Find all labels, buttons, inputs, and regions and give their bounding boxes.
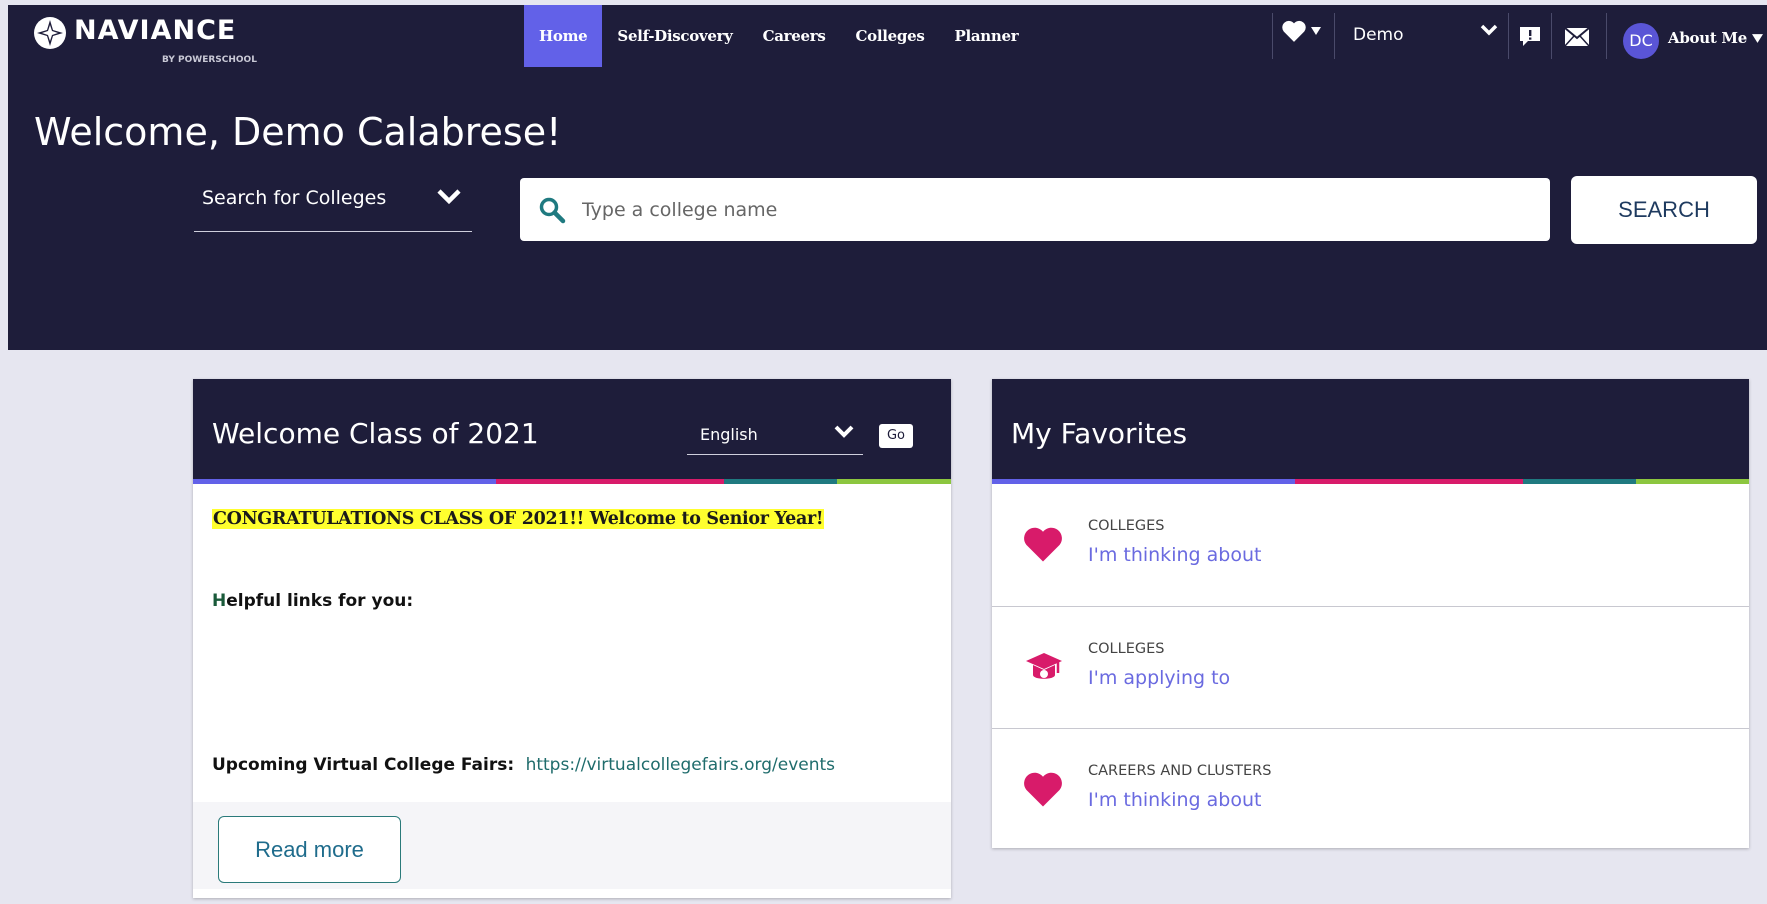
header-hero: NAVIANCE BY POWERSCHOOL Home Self-Discov… — [8, 5, 1767, 350]
divider — [1334, 13, 1335, 59]
account-select-value: Demo — [1353, 25, 1404, 45]
search-icon — [539, 197, 566, 224]
account-select[interactable]: Demo — [1353, 24, 1498, 45]
chevron-down-icon — [1480, 24, 1498, 36]
favorite-category: COLLEGES — [1088, 518, 1165, 534]
brand-name: NAVIANCE — [74, 15, 237, 46]
divider — [1508, 13, 1509, 59]
avatar[interactable]: DC — [1623, 23, 1659, 59]
college-search-box — [520, 178, 1550, 241]
about-me-menu[interactable]: About Me — [1668, 29, 1763, 47]
favorite-label[interactable]: I'm thinking about — [1088, 544, 1261, 566]
welcome-card-header: Welcome Class of 2021 English Go — [193, 379, 951, 479]
welcome-card-title: Welcome Class of 2021 — [212, 417, 539, 450]
helpful-links-heading: Helpful links for you: — [212, 591, 413, 611]
heart-icon — [1024, 772, 1062, 807]
welcome-heading: Welcome, Demo Calabrese! — [34, 110, 562, 154]
favorite-label[interactable]: I'm thinking about — [1088, 789, 1261, 811]
helpful-rest: elpful links for you: — [226, 591, 414, 611]
welcome-card: Welcome Class of 2021 English Go CONGRAT… — [193, 379, 951, 898]
virtual-fairs-label: Upcoming Virtual College Fairs: — [212, 755, 515, 775]
heart-icon — [1282, 20, 1306, 42]
caret-down-icon — [1751, 34, 1763, 43]
helpful-first-letter: H — [212, 591, 227, 611]
nav-colleges[interactable]: Colleges — [841, 5, 940, 67]
chevron-down-icon — [834, 425, 854, 438]
heart-icon — [1024, 527, 1062, 562]
feedback-button[interactable] — [1518, 25, 1542, 51]
favorites-card-title: My Favorites — [1011, 417, 1188, 450]
favorite-label[interactable]: I'm applying to — [1088, 667, 1230, 689]
favorites-card-header: My Favorites — [992, 379, 1749, 479]
chat-exclaim-icon — [1520, 27, 1540, 46]
graduation-cap-icon — [1026, 653, 1062, 679]
divider — [1551, 13, 1552, 59]
language-select[interactable]: English — [687, 419, 863, 455]
divider — [1272, 13, 1273, 59]
about-me-label: About Me — [1668, 29, 1747, 47]
brand-byline: BY POWERSCHOOL — [162, 55, 257, 65]
language-go-button[interactable]: Go — [879, 424, 913, 448]
favorite-category: CAREERS AND CLUSTERS — [1088, 763, 1272, 779]
messages-button[interactable] — [1564, 27, 1590, 51]
divider — [1606, 13, 1607, 59]
favorite-colleges-thinking[interactable]: COLLEGES I'm thinking about — [992, 484, 1749, 606]
college-search-input[interactable] — [580, 188, 1524, 232]
search-button[interactable]: SEARCH — [1571, 176, 1757, 244]
congrats-message: CONGRATULATIONS CLASS OF 2021!! Welcome … — [212, 509, 825, 529]
envelope-icon — [1564, 27, 1590, 47]
favorite-category: COLLEGES — [1088, 641, 1165, 657]
caret-down-icon — [1311, 27, 1321, 35]
compass-logo-icon — [34, 17, 66, 49]
virtual-fairs-link[interactable]: https://virtualcollegefairs.org/events — [526, 755, 835, 775]
favorite-careers-thinking[interactable]: CAREERS AND CLUSTERS I'm thinking about — [992, 728, 1749, 851]
nav-planner[interactable]: Planner — [939, 5, 1033, 67]
nav-careers[interactable]: Careers — [748, 5, 841, 67]
favorites-card: My Favorites COLLEGES I'm thinking about… — [992, 379, 1749, 848]
color-stripe — [193, 479, 951, 484]
search-type-value: Search for Colleges — [202, 187, 387, 209]
search-type-select[interactable]: Search for Colleges — [194, 173, 472, 232]
main-nav: Home Self-Discovery Careers Colleges Pla… — [524, 5, 1033, 67]
welcome-card-footer: Read more — [193, 802, 951, 889]
chevron-down-icon — [437, 189, 461, 205]
nav-self-discovery[interactable]: Self-Discovery — [602, 5, 747, 67]
language-select-value: English — [700, 425, 758, 444]
read-more-button[interactable]: Read more — [218, 816, 401, 883]
favorites-menu-button[interactable] — [1281, 19, 1321, 43]
favorite-colleges-applying[interactable]: COLLEGES I'm applying to — [992, 606, 1749, 729]
virtual-fairs-line: Upcoming Virtual College Fairs: https://… — [212, 755, 835, 775]
nav-home[interactable]: Home — [524, 5, 603, 67]
